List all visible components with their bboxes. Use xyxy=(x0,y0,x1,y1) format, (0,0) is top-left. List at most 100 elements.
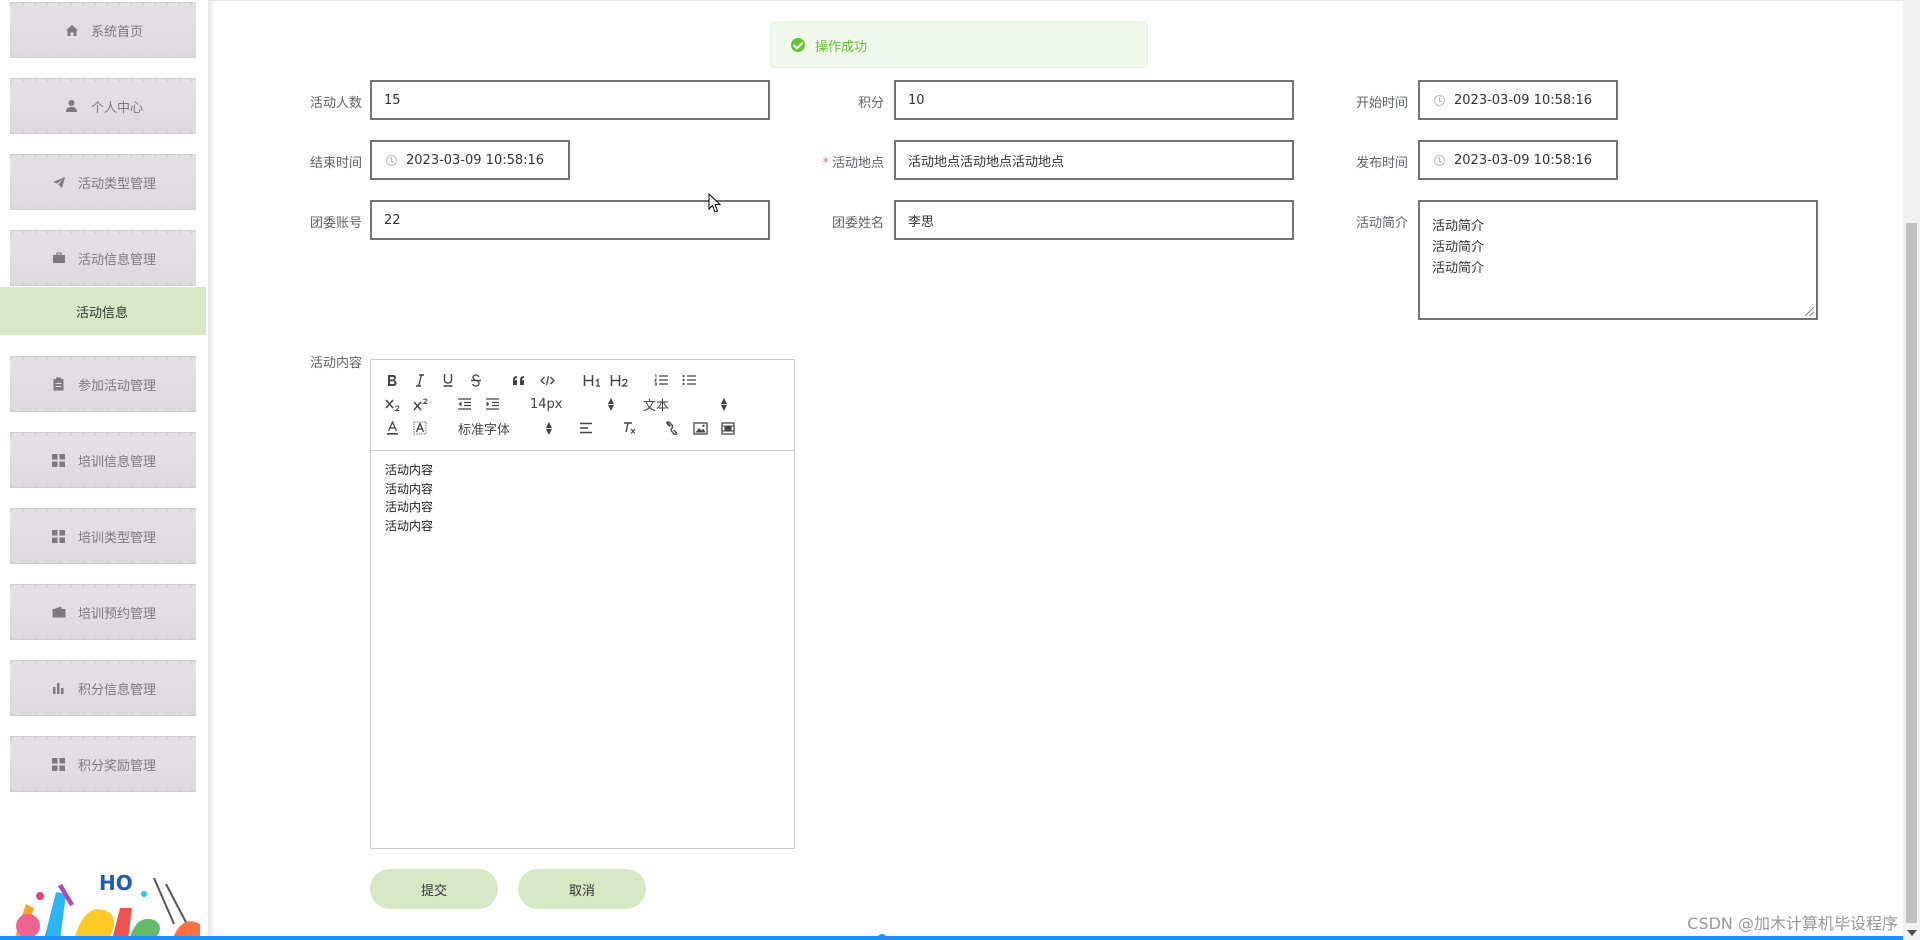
participants-value: 15 xyxy=(384,92,401,108)
editor-content-area[interactable]: 活动内容 活动内容 活动内容 活动内容 xyxy=(371,451,794,545)
heading-1-icon[interactable] xyxy=(582,370,602,390)
grid-icon xyxy=(50,529,68,543)
sidebar-item-label: 培训预约管理 xyxy=(77,606,156,622)
end-time-value: 2023-03-09 10:58:16 xyxy=(406,152,545,168)
select-arrows-icon: ▲ ▼ xyxy=(545,420,552,436)
briefcase-icon xyxy=(50,251,68,265)
label-points: 积分 xyxy=(857,96,884,111)
font-size-select[interactable]: 14px ▲ ▼ xyxy=(530,394,614,414)
sidebar-item-label: 系统首页 xyxy=(90,24,143,40)
subscript-icon[interactable] xyxy=(384,394,402,414)
end-time-picker[interactable]: 2023-03-09 10:58:16 xyxy=(370,140,570,180)
watermark: CSDN @加木计算机毕设程序 xyxy=(1687,914,1898,933)
sidebar-item-label: 参加活动管理 xyxy=(77,378,156,394)
cancel-button[interactable]: 取消 xyxy=(518,869,646,909)
strikethrough-icon[interactable] xyxy=(468,370,484,390)
sidebar-item-label: 积分奖励管理 xyxy=(77,758,156,774)
start-time-picker[interactable]: 2023-03-09 10:58:16 xyxy=(1418,80,1618,120)
resize-handle[interactable] xyxy=(1805,307,1814,316)
sidebar-item-points-reward[interactable]: 积分奖励管理 xyxy=(10,736,196,792)
sidebar-item-activity-info[interactable]: 活动信息管理 xyxy=(10,230,196,286)
sidebar: 系统首页 个人中心 活动类型管理 活动信息管理 活动信息 参加活动管理 培训信息… xyxy=(0,0,209,940)
wallet-icon xyxy=(50,605,68,619)
font-family-select[interactable]: 标准字体 ▲ ▼ xyxy=(458,418,552,438)
required-asterisk: * xyxy=(822,156,829,171)
start-time-value: 2023-03-09 10:58:16 xyxy=(1454,92,1593,108)
submenu-activity-info[interactable]: 活动信息 xyxy=(0,287,206,335)
clock-icon xyxy=(1434,154,1445,166)
select-arrows-icon: ▲ ▼ xyxy=(720,396,727,412)
clock-icon xyxy=(1434,94,1445,106)
font-color-icon[interactable] xyxy=(384,418,400,438)
align-icon[interactable] xyxy=(577,418,595,438)
label-content: 活动内容 xyxy=(309,356,362,371)
image-icon[interactable] xyxy=(691,418,709,438)
heading-2-icon[interactable] xyxy=(609,370,629,390)
abc-decoration-illustration: HO xyxy=(14,871,200,940)
superscript-icon[interactable] xyxy=(412,394,430,414)
clipboard-icon xyxy=(50,377,68,391)
ordered-list-icon[interactable] xyxy=(652,370,670,390)
editor-toolbar: 14px ▲ ▼ 文本 ▲ ▼ 标准字体 ▲ ▼ xyxy=(371,360,794,451)
video-icon[interactable] xyxy=(719,418,737,438)
label-location: * 活动地点 xyxy=(822,156,884,171)
label-publish-time: 发布时间 xyxy=(1355,156,1408,171)
outdent-icon[interactable] xyxy=(455,394,473,414)
points-value: 10 xyxy=(908,92,925,108)
italic-icon[interactable] xyxy=(412,370,428,390)
sidebar-item-training-booking[interactable]: 培训预约管理 xyxy=(10,584,196,640)
sidebar-item-label: 个人中心 xyxy=(90,100,143,116)
svg-text:HO: HO xyxy=(99,871,133,895)
background-color-icon[interactable] xyxy=(412,418,428,438)
scroll-down-arrow-icon[interactable] xyxy=(1907,930,1917,936)
sidebar-item-join-activity[interactable]: 参加活动管理 xyxy=(10,356,196,412)
sidebar-item-label: 活动类型管理 xyxy=(77,176,156,192)
bar-chart-icon xyxy=(50,681,68,695)
underline-icon[interactable] xyxy=(440,370,456,390)
bold-icon[interactable] xyxy=(384,370,400,390)
league-name-input[interactable]: 李思 xyxy=(894,200,1294,240)
home-icon xyxy=(63,23,81,37)
sidebar-item-training-type[interactable]: 培训类型管理 xyxy=(10,508,196,564)
sidebar-item-profile[interactable]: 个人中心 xyxy=(10,78,196,134)
clock-icon xyxy=(386,154,397,166)
grid-icon xyxy=(50,453,68,467)
check-circle-icon xyxy=(791,38,805,52)
label-end-time: 结束时间 xyxy=(309,156,362,171)
sidebar-item-activity-type[interactable]: 活动类型管理 xyxy=(10,154,196,210)
grid-icon xyxy=(50,757,68,771)
vertical-scrollbar[interactable] xyxy=(1903,0,1920,940)
sidebar-item-label: 活动信息管理 xyxy=(77,252,156,268)
league-name-value: 李思 xyxy=(908,214,935,230)
sidebar-item-home[interactable]: 系统首页 xyxy=(10,2,196,58)
user-icon xyxy=(63,99,81,113)
blockquote-icon[interactable] xyxy=(511,370,527,390)
intro-textarea[interactable]: 活动简介 活动简介 活动简介 xyxy=(1418,200,1818,320)
clear-format-icon[interactable] xyxy=(620,418,638,438)
location-input[interactable]: 活动地点活动地点活动地点 xyxy=(894,140,1294,180)
location-value: 活动地点活动地点活动地点 xyxy=(908,154,1065,170)
sidebar-item-label: 积分信息管理 xyxy=(77,682,156,698)
code-block-icon[interactable] xyxy=(539,370,555,390)
submit-button[interactable]: 提交 xyxy=(370,869,498,909)
select-arrows-icon: ▲ ▼ xyxy=(607,396,614,412)
league-account-value: 22 xyxy=(384,212,401,228)
participants-input[interactable]: 15 xyxy=(370,80,770,120)
points-input[interactable]: 10 xyxy=(894,80,1294,120)
sidebar-item-training-info[interactable]: 培训信息管理 xyxy=(10,432,196,488)
top-border xyxy=(208,0,1920,1)
label-intro: 活动简介 xyxy=(1355,216,1408,231)
indent-icon[interactable] xyxy=(483,394,501,414)
sidebar-item-points-info[interactable]: 积分信息管理 xyxy=(10,660,196,716)
mouse-cursor-icon xyxy=(708,193,722,213)
sidebar-item-label: 培训信息管理 xyxy=(77,454,156,470)
link-icon[interactable] xyxy=(663,418,681,438)
bullet-list-icon[interactable] xyxy=(680,370,698,390)
scrollbar-thumb[interactable] xyxy=(1906,223,1917,923)
publish-time-picker[interactable]: 2023-03-09 10:58:16 xyxy=(1418,140,1618,180)
rich-text-editor: 14px ▲ ▼ 文本 ▲ ▼ 标准字体 ▲ ▼ 活动内容 活动内容 活动内容 活动内容 xyxy=(370,359,795,849)
header-select[interactable]: 文本 ▲ ▼ xyxy=(643,394,727,414)
label-start-time: 开始时间 xyxy=(1355,96,1408,111)
sidebar-item-label: 培训类型管理 xyxy=(77,530,156,546)
label-league-name: 团委姓名 xyxy=(831,216,884,231)
